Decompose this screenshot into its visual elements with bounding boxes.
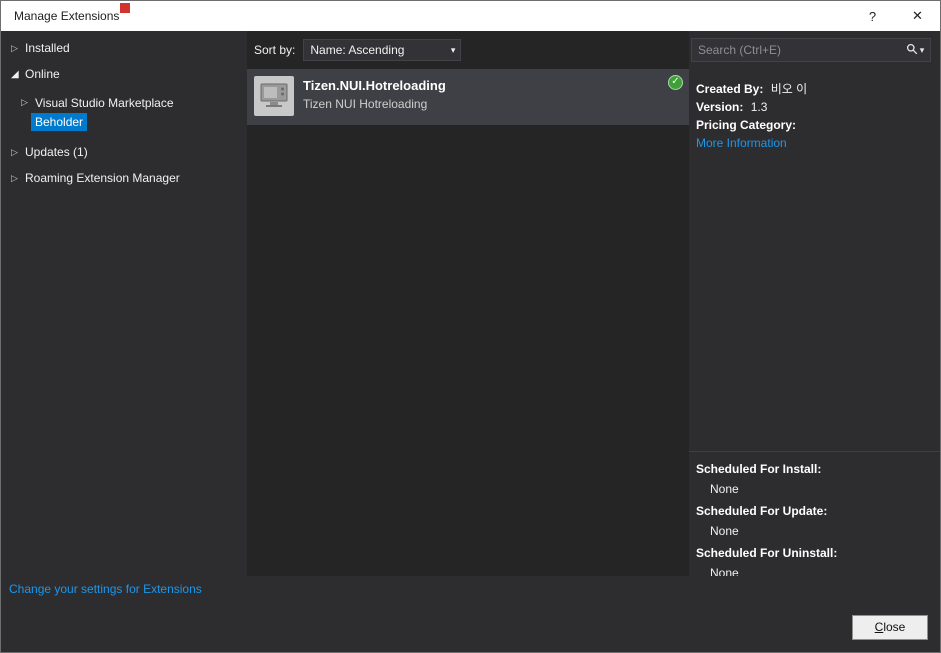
- search-icon: [906, 43, 918, 58]
- extension-subtitle: Tizen NUI Hotreloading: [303, 97, 428, 111]
- extension-text: Tizen.NUI.Hotreloading Tizen NUI Hotrelo…: [303, 76, 446, 118]
- pricing-category-label: Pricing Category:: [696, 118, 797, 132]
- extension-icon: [254, 76, 294, 116]
- chevron-right-icon[interactable]: ▷: [11, 173, 25, 184]
- sort-dropdown[interactable]: Name: Ascending ▾: [303, 39, 462, 61]
- more-information-link[interactable]: More Information: [696, 136, 787, 150]
- close-button-label-rest: lose: [883, 620, 906, 634]
- chevron-down-icon: ▾: [450, 44, 456, 55]
- scheduled-install-value: None: [710, 482, 739, 496]
- chevron-right-icon[interactable]: ▷: [11, 147, 25, 158]
- pricing-category-line: Pricing Category:: [696, 119, 932, 132]
- sidebar-item-label: Online: [25, 67, 60, 81]
- version-line: Version: 1.3: [696, 101, 932, 114]
- search-button[interactable]: ▾: [900, 39, 930, 61]
- search-box: ▾: [691, 38, 931, 62]
- details-panel: ▾ Created By: 비오 이 Version: 1.3 Pricing …: [689, 31, 940, 580]
- sidebar-item-beholder[interactable]: Beholder: [1, 112, 247, 131]
- sidebar-item-updates[interactable]: ▷ Updates (1): [1, 141, 247, 163]
- version-label: Version:: [696, 100, 744, 114]
- scheduled-section: Scheduled For Install: None Scheduled Fo…: [689, 451, 940, 585]
- created-by-value: 비오 이: [770, 82, 808, 96]
- sidebar-item-label-selected: Beholder: [31, 112, 88, 131]
- sidebar-item-online[interactable]: ◢ Online: [1, 63, 247, 85]
- red-indicator: [120, 3, 130, 13]
- scheduled-update-value: None: [710, 524, 739, 538]
- chevron-right-icon[interactable]: ▷: [11, 43, 25, 54]
- sidebar-item-visual-studio-marketplace[interactable]: ▷ Visual Studio Marketplace: [1, 93, 247, 112]
- sidebar-item-label: Updates (1): [25, 145, 88, 159]
- extension-list-panel: Sort by: Name: Ascending ▾ Tizen.NUI.Hot…: [247, 31, 689, 576]
- sidebar: ▷ Installed ◢ Online ▷ Visual Studio Mar…: [1, 31, 247, 576]
- scheduled-uninstall-label: Scheduled For Uninstall:: [696, 546, 838, 560]
- created-by-line: Created By: 비오 이: [696, 83, 932, 96]
- chevron-right-icon[interactable]: ▷: [21, 97, 35, 108]
- window-close-button[interactable]: ✕: [895, 1, 940, 31]
- sort-by-label: Sort by:: [254, 43, 296, 57]
- window-title: Manage Extensions: [14, 9, 120, 23]
- close-button[interactable]: Close: [852, 615, 928, 640]
- sidebar-item-roaming-extension-manager[interactable]: ▷ Roaming Extension Manager: [1, 167, 247, 189]
- extension-title: Tizen.NUI.Hotreloading: [303, 78, 446, 93]
- extension-item-tizen-nui-hotreloading[interactable]: Tizen.NUI.Hotreloading Tizen NUI Hotrelo…: [247, 69, 689, 125]
- sort-dropdown-value: Name: Ascending: [310, 43, 405, 57]
- change-settings-link[interactable]: Change your settings for Extensions: [9, 582, 202, 596]
- more-information-line: More Information: [696, 137, 932, 150]
- sidebar-item-label: Installed: [25, 41, 70, 55]
- scheduled-install-label: Scheduled For Install:: [696, 462, 822, 476]
- main-area: ▷ Installed ◢ Online ▷ Visual Studio Mar…: [1, 31, 940, 580]
- created-by-label: Created By:: [696, 82, 764, 96]
- help-button[interactable]: ?: [850, 1, 895, 31]
- sidebar-item-label: Visual Studio Marketplace: [35, 95, 174, 110]
- sidebar-item-label: Roaming Extension Manager: [25, 171, 180, 185]
- manage-extensions-dialog: Manage Extensions ? ✕ ▷ Installed ◢ Onli…: [0, 0, 941, 653]
- installed-check-badge: ✓: [668, 75, 683, 90]
- chevron-expanded-icon[interactable]: ◢: [11, 69, 25, 80]
- search-input[interactable]: [692, 43, 900, 57]
- version-value: 1.3: [750, 100, 768, 114]
- sidebar-item-installed[interactable]: ▷ Installed: [1, 37, 247, 59]
- scheduled-update-label: Scheduled For Update:: [696, 504, 828, 518]
- extension-details: Created By: 비오 이 Version: 1.3 Pricing Ca…: [689, 62, 940, 150]
- sort-row: Sort by: Name: Ascending ▾: [247, 31, 689, 69]
- titlebar: Manage Extensions ? ✕: [1, 1, 940, 31]
- footer: Change your settings for Extensions Clos…: [1, 576, 940, 652]
- chevron-down-icon: ▾: [919, 44, 925, 55]
- titlebar-buttons: ? ✕: [850, 1, 940, 31]
